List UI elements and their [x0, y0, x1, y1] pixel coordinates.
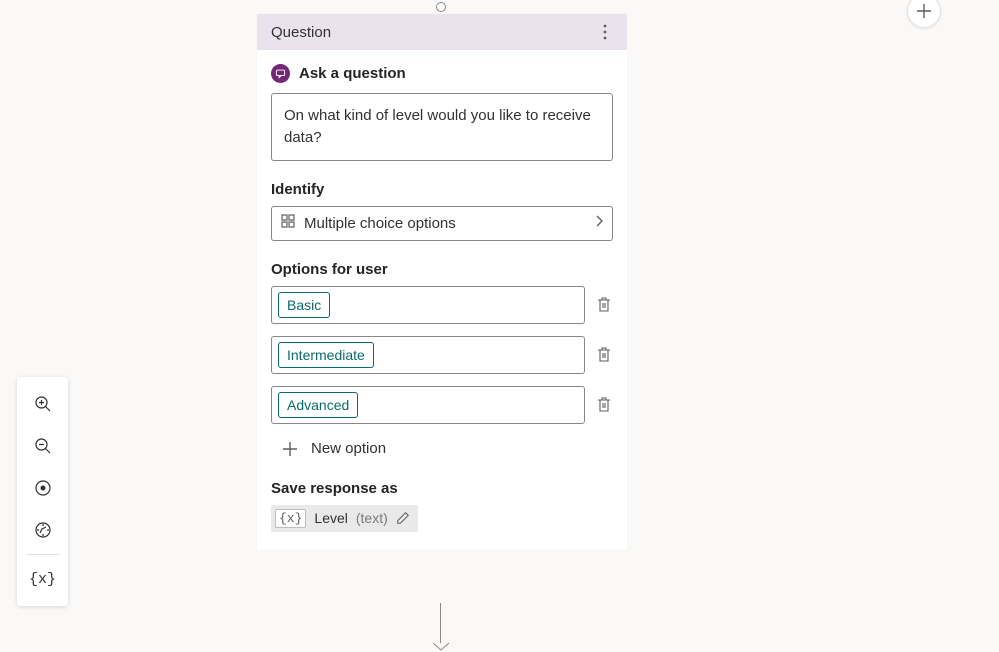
pencil-icon [396, 511, 410, 525]
connector-top [440, 0, 442, 14]
edit-variable-button[interactable] [396, 511, 410, 525]
variable-icon: {x} [275, 509, 306, 528]
toolbar-divider [27, 554, 59, 555]
identify-value: Multiple choice options [304, 215, 586, 232]
variables-panel-button[interactable]: {x} [24, 558, 62, 600]
fit-to-screen-button[interactable] [24, 467, 62, 509]
ask-section-title: Ask a question [299, 65, 406, 82]
ask-section-header: Ask a question [271, 64, 613, 83]
message-icon [275, 68, 286, 79]
card-title: Question [271, 24, 331, 41]
save-response-label: Save response as [271, 480, 613, 497]
chevron-right-icon [594, 214, 604, 233]
trash-icon [597, 297, 611, 313]
zoom-in-button[interactable] [24, 383, 62, 425]
option-input-0[interactable]: Basic [271, 286, 585, 324]
question-text-input[interactable]: On what kind of level would you like to … [271, 93, 613, 161]
trash-icon [597, 397, 611, 413]
new-option-label: New option [311, 440, 386, 457]
variable-chip[interactable]: {x} Level (text) [271, 505, 418, 532]
delete-option-button-0[interactable] [595, 297, 613, 313]
kebab-menu-icon [603, 24, 607, 40]
connector-bottom [440, 603, 442, 648]
question-card: Question Ask a question On what kind of … [257, 14, 627, 550]
arrow-down-icon [432, 642, 450, 652]
new-option-button[interactable]: New option [271, 436, 613, 462]
option-row-1: Intermediate [271, 336, 613, 374]
plus-icon [915, 2, 933, 20]
identify-selector[interactable]: Multiple choice options [271, 206, 613, 241]
option-row-0: Basic [271, 286, 613, 324]
reset-view-button[interactable] [24, 509, 62, 551]
trash-icon [597, 347, 611, 363]
card-body: Ask a question On what kind of level wou… [257, 50, 627, 550]
compass-icon [34, 521, 52, 539]
canvas-toolbar: {x} [17, 377, 68, 606]
card-menu-button[interactable] [597, 20, 613, 44]
connector-dot-icon [436, 2, 446, 12]
variables-icon: {x} [29, 571, 56, 588]
zoom-out-icon [34, 437, 52, 455]
delete-option-button-2[interactable] [595, 397, 613, 413]
variable-name: Level [314, 510, 347, 526]
zoom-out-button[interactable] [24, 425, 62, 467]
options-label: Options for user [271, 261, 613, 278]
option-chip: Intermediate [278, 342, 374, 368]
option-row-2: Advanced [271, 386, 613, 424]
zoom-in-icon [34, 395, 52, 413]
delete-option-button-1[interactable] [595, 347, 613, 363]
plus-icon [281, 440, 299, 458]
option-input-1[interactable]: Intermediate [271, 336, 585, 374]
option-chip: Advanced [278, 392, 358, 418]
add-node-button[interactable] [907, 0, 941, 28]
fit-icon [34, 479, 52, 497]
option-chip: Basic [278, 292, 330, 318]
ask-icon [271, 64, 290, 83]
option-input-2[interactable]: Advanced [271, 386, 585, 424]
grid-icon [280, 213, 296, 234]
identify-label: Identify [271, 181, 613, 198]
card-header: Question [257, 14, 627, 50]
variable-type: (text) [356, 510, 388, 526]
